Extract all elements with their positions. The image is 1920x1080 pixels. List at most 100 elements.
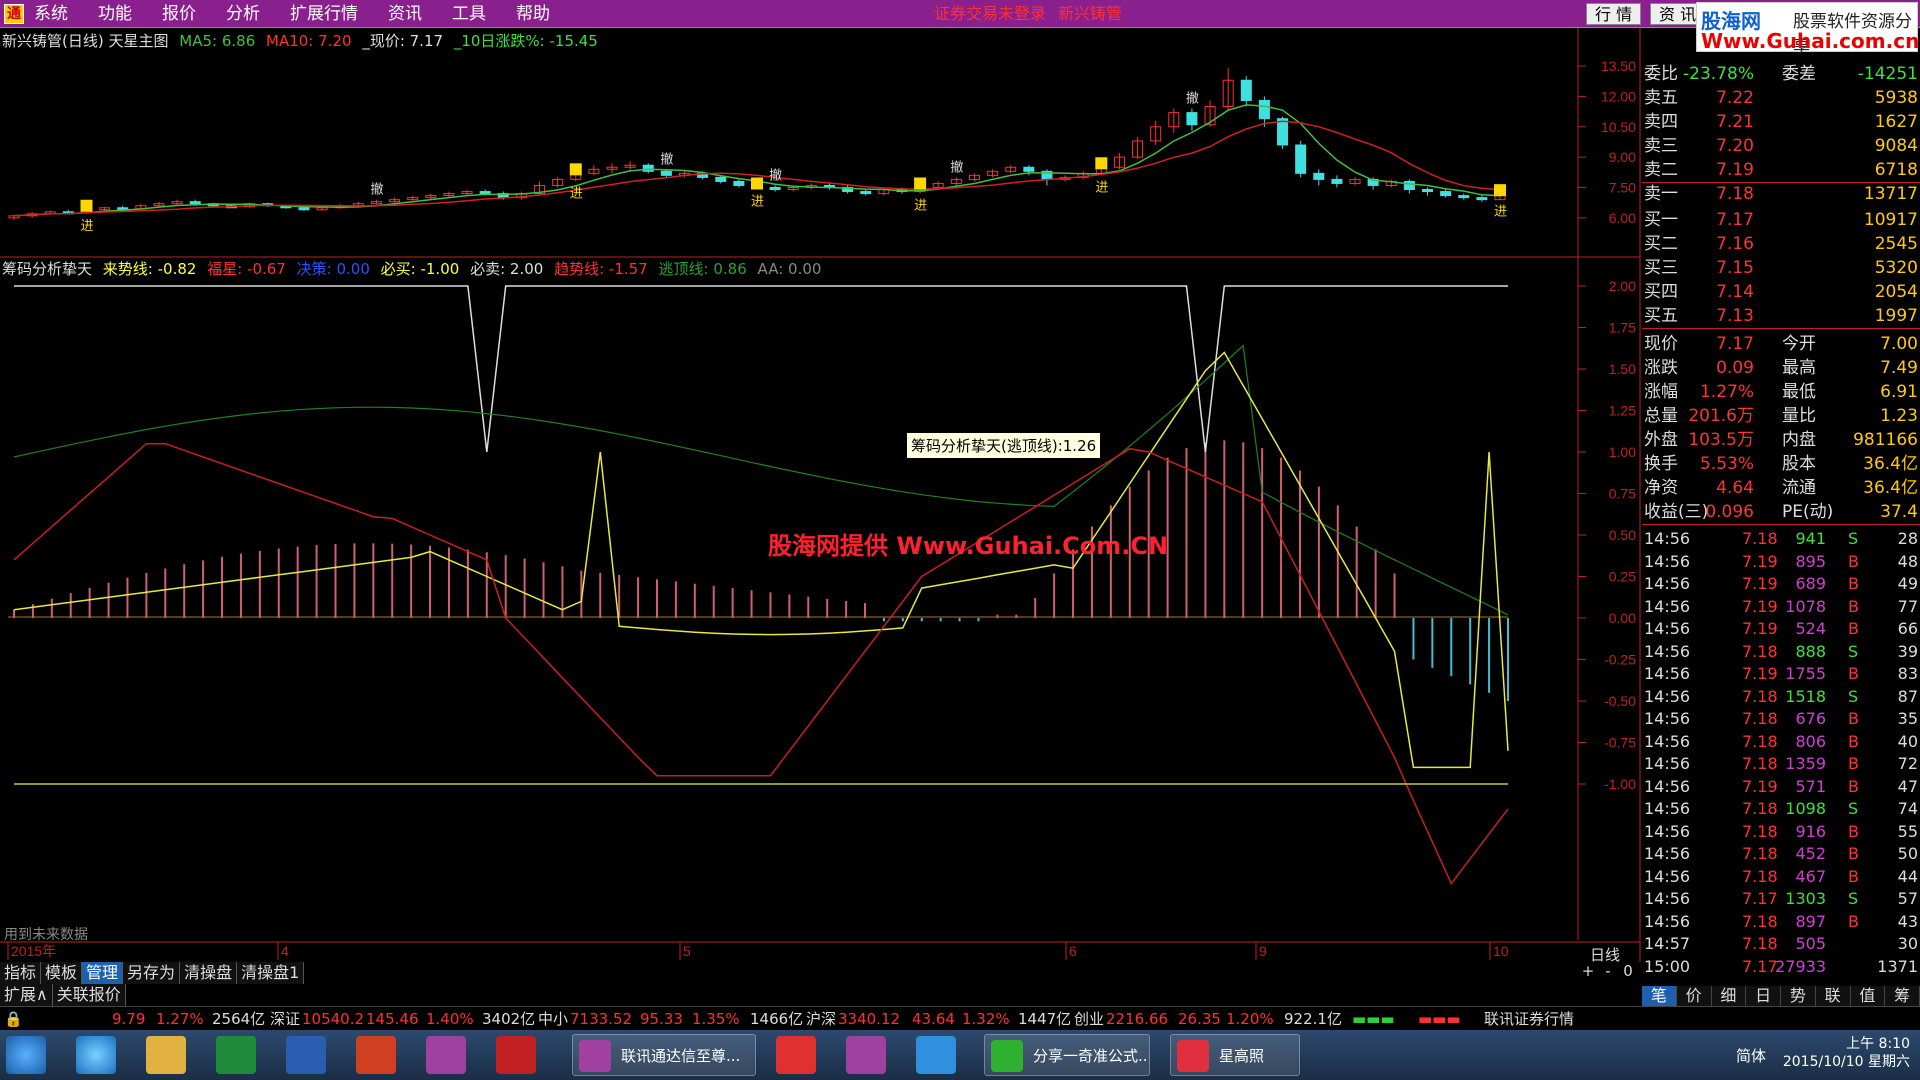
x-axis-label: 5 [683, 943, 691, 959]
tick-volume: 1359 [1785, 754, 1826, 773]
template-tab-1[interactable]: 模板 [41, 962, 83, 984]
ask-price: 7.22 [1716, 88, 1754, 108]
tick-volume: 467 [1795, 866, 1826, 886]
tick-row: 15:00 7.17 27933 1371 [1642, 956, 1920, 979]
candle-body [1440, 191, 1452, 197]
ind-y-tick: 0.25 [1609, 569, 1636, 585]
stat-label-2: 内盘 [1782, 430, 1816, 450]
weibi-value: -23.78% [1683, 64, 1754, 84]
signal-sell-label: 撤 [660, 151, 673, 167]
quote-tab-5[interactable]: 联 [1816, 986, 1851, 1006]
tick-count: 57 [1897, 889, 1918, 908]
signal-markers: 进撤 进撤进进撤撤进撤进 [80, 91, 1507, 234]
signal-sell-label: 撤 [769, 167, 782, 183]
bird-app-icon[interactable] [916, 1036, 956, 1074]
template-tab-2[interactable]: 管理 [82, 962, 124, 984]
tick-time: 14:56 [1644, 686, 1691, 706]
zoom-out-button[interactable]: - [1598, 962, 1618, 980]
ind-y-tick: -1.00 [1604, 776, 1636, 792]
stat-value: 4.64 [1716, 478, 1754, 498]
tick-price: 7.18 [1742, 754, 1778, 773]
chart-area[interactable]: 13.50 12.00 10.50 9.00 7.50 6.00 2.00 1.75 1.50… [0, 0, 1642, 962]
tick-price: 7.17 [1742, 956, 1778, 976]
sh-amount: 2564亿 [212, 1010, 266, 1028]
zoom-reset-button[interactable]: 0 [1618, 962, 1638, 980]
ind-y-tick: -0.50 [1604, 693, 1636, 709]
stat-label-2: PE(动) [1782, 502, 1834, 522]
file-explorer-icon[interactable] [146, 1036, 186, 1074]
candle-body [1331, 178, 1343, 184]
tick-time: 14:56 [1644, 844, 1691, 863]
tick-volume: 452 [1795, 844, 1826, 863]
extension-tab-0[interactable]: 扩展∧ [0, 984, 53, 1006]
template-tab-0[interactable]: 指标 [0, 962, 42, 984]
quote-tab-4[interactable]: 势 [1781, 986, 1816, 1006]
quote-tab-1[interactable]: 价 [1677, 986, 1712, 1006]
ask-label: 卖三 [1644, 136, 1678, 156]
tick-volume: 1755 [1785, 664, 1826, 683]
kline-y-tick: 7.50 [1609, 180, 1636, 196]
tick-volume: 888 [1795, 641, 1826, 661]
hs-index: 3340.12 [838, 1010, 901, 1028]
ind-y-tick: -0.75 [1604, 735, 1636, 751]
zx-pct: 1.35% [692, 1010, 740, 1028]
extension-tab-1[interactable]: 关联报价 [52, 984, 126, 1006]
tick-row: 14:56 7.18 941 S 28 [1642, 528, 1920, 551]
word-icon[interactable] [286, 1036, 326, 1074]
chart-app-icon[interactable] [496, 1036, 536, 1074]
candle-body [1258, 99, 1270, 120]
stat-row: 净资 4.64 流通 36.4亿 [1642, 476, 1920, 500]
bid-row: 买五 7.13 1997 [1642, 304, 1920, 328]
stat-row: 涨跌 0.09 最高 7.49 [1642, 356, 1920, 380]
quote-tab-0[interactable]: 笔 [1642, 986, 1677, 1006]
signal-buy-label: 进 [570, 186, 583, 201]
candle-body [1403, 180, 1415, 191]
quote-tab-2[interactable]: 细 [1712, 986, 1747, 1006]
tick-volume: 941 [1795, 529, 1826, 548]
tick-side: B [1848, 754, 1859, 773]
candle-body [860, 191, 872, 195]
powerpoint-icon[interactable] [356, 1036, 396, 1074]
taskbar-tdx-window[interactable]: 联讯通达信至尊... [572, 1034, 756, 1076]
sz-change: 145.46 [366, 1010, 419, 1028]
red-app-icon[interactable] [776, 1036, 816, 1074]
stat-label: 涨幅 [1644, 382, 1678, 402]
tick-side: B [1848, 844, 1859, 863]
tick-volume: 897 [1795, 911, 1826, 931]
sz-label: 深证 [270, 1010, 301, 1028]
taskbar-photo-window[interactable]: 星高照 [1170, 1034, 1300, 1076]
sh-pct: 1.27% [156, 1010, 204, 1028]
taskbar-browser-window[interactable]: 分享一奇准公式... [984, 1034, 1150, 1076]
stat-value-2: 1.23 [1880, 406, 1918, 426]
tdx-app-icon[interactable] [426, 1036, 466, 1074]
tick-count: 48 [1897, 551, 1918, 571]
quote-tab-7[interactable]: 筹 [1885, 986, 1920, 1006]
tick-volume: 1303 [1785, 889, 1826, 908]
excel-icon[interactable] [216, 1036, 256, 1074]
system-clock[interactable]: 上午 8:10 2015/10/10 星期六 [1783, 1035, 1910, 1071]
ind-y-tick: -0.25 [1604, 652, 1636, 668]
hs-change: 43.64 [912, 1010, 955, 1028]
x-axis-label: 6 [1069, 943, 1077, 959]
template-tab-3[interactable]: 另存为 [123, 962, 181, 984]
stat-value: 103.5万 [1688, 430, 1754, 450]
ask-volume: 5938 [1874, 88, 1918, 108]
start-button-icon[interactable] [6, 1036, 46, 1074]
ime-indicator[interactable]: 简体 [1736, 1045, 1766, 1066]
quote-divider [1642, 182, 1920, 183]
template-tab-5[interactable]: 清操盘1 [237, 962, 305, 984]
ie-browser-icon[interactable] [76, 1036, 116, 1074]
cy-change: 26.35 [1178, 1010, 1221, 1028]
quote-tab-6[interactable]: 值 [1851, 986, 1886, 1006]
tick-volume: 1098 [1785, 799, 1826, 818]
quote-tab-3[interactable]: 日 [1746, 986, 1781, 1006]
bid-label: 买五 [1644, 306, 1678, 326]
signal-buy-label: 进 [751, 195, 764, 210]
lock-icon[interactable]: 🔒 [4, 1007, 23, 1031]
tick-side: B [1848, 776, 1859, 796]
tdx-app-icon-2[interactable] [846, 1036, 886, 1074]
indicator-tooltip: 筹码分析挚天(逃顶线):1.26 [906, 432, 1102, 459]
tick-row: 14:56 7.19 1755 B 83 [1642, 663, 1920, 686]
zoom-in-button[interactable]: + [1578, 962, 1598, 980]
template-tab-4[interactable]: 清操盘 [180, 962, 238, 984]
